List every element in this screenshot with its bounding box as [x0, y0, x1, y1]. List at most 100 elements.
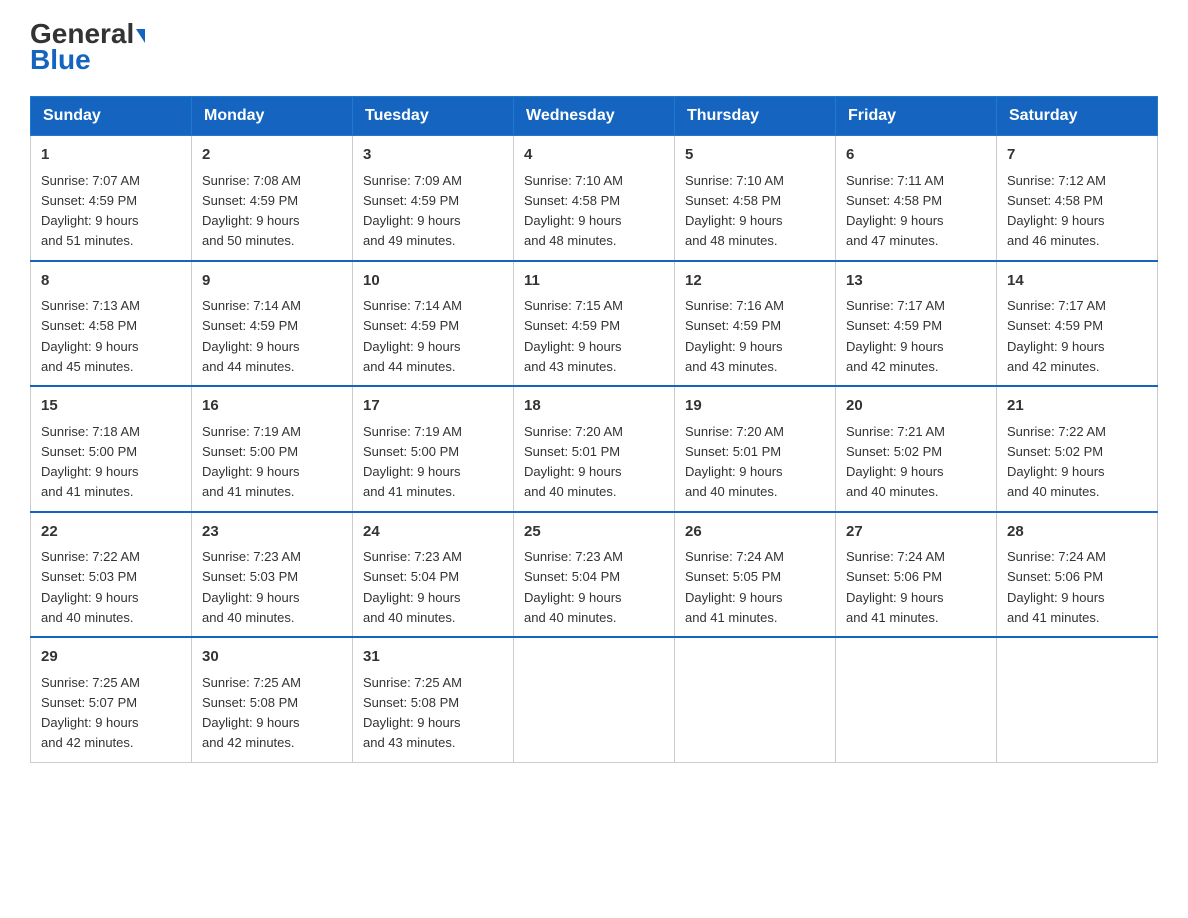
calendar-cell: 15 Sunrise: 7:18 AMSunset: 5:00 PMDayligh…: [31, 386, 192, 512]
calendar-cell: 25 Sunrise: 7:23 AMSunset: 5:04 PMDayligh…: [514, 512, 675, 638]
calendar-cell: 31 Sunrise: 7:25 AMSunset: 5:08 PMDayligh…: [353, 637, 514, 762]
calendar-week-row: 29 Sunrise: 7:25 AMSunset: 5:07 PMDayligh…: [31, 637, 1158, 762]
calendar-cell: [675, 637, 836, 762]
calendar-cell: 5 Sunrise: 7:10 AMSunset: 4:58 PMDaylight…: [675, 136, 836, 261]
day-info: Sunrise: 7:24 AMSunset: 5:05 PMDaylight:…: [685, 549, 784, 625]
day-info: Sunrise: 7:25 AMSunset: 5:08 PMDaylight:…: [202, 675, 301, 751]
column-header-tuesday: Tuesday: [353, 97, 514, 136]
day-info: Sunrise: 7:24 AMSunset: 5:06 PMDaylight:…: [846, 549, 945, 625]
calendar-cell: 13 Sunrise: 7:17 AMSunset: 4:59 PMDayligh…: [836, 261, 997, 387]
day-number: 3: [363, 144, 503, 167]
calendar-cell: 19 Sunrise: 7:20 AMSunset: 5:01 PMDayligh…: [675, 386, 836, 512]
day-number: 26: [685, 521, 825, 544]
day-number: 28: [1007, 521, 1147, 544]
day-number: 31: [363, 646, 503, 669]
logo: General Blue: [30, 20, 145, 76]
column-header-wednesday: Wednesday: [514, 97, 675, 136]
day-number: 12: [685, 270, 825, 293]
calendar-cell: 4Sunrise: 7:10 AMSunset: 4:58 PMDaylight…: [514, 136, 675, 261]
day-info: Sunrise: 7:23 AMSunset: 5:04 PMDaylight:…: [524, 549, 623, 625]
day-number: 2: [202, 144, 342, 167]
day-info: Sunrise: 7:11 AMSunset: 4:58 PMDaylight:…: [846, 173, 944, 249]
day-info: Sunrise: 7:16 AMSunset: 4:59 PMDaylight:…: [685, 298, 784, 374]
calendar-cell: 20 Sunrise: 7:21 AMSunset: 5:02 PMDayligh…: [836, 386, 997, 512]
column-header-saturday: Saturday: [997, 97, 1158, 136]
day-info: Sunrise: 7:22 AMSunset: 5:02 PMDaylight:…: [1007, 424, 1106, 500]
day-number: 8: [41, 270, 181, 293]
day-info: Sunrise: 7:19 AMSunset: 5:00 PMDaylight:…: [202, 424, 301, 500]
day-info: Sunrise: 7:24 AMSunset: 5:06 PMDaylight:…: [1007, 549, 1106, 625]
day-info: Sunrise: 7:17 AMSunset: 4:59 PMDaylight:…: [1007, 298, 1106, 374]
column-header-thursday: Thursday: [675, 97, 836, 136]
day-number: 22: [41, 521, 181, 544]
day-info: Sunrise: 7:09 AMSunset: 4:59 PMDaylight:…: [363, 173, 462, 249]
day-number: 25: [524, 521, 664, 544]
day-number: 16: [202, 395, 342, 418]
day-info: Sunrise: 7:18 AMSunset: 5:00 PMDaylight:…: [41, 424, 140, 500]
calendar-cell: 30 Sunrise: 7:25 AMSunset: 5:08 PMDayligh…: [192, 637, 353, 762]
day-number: 30: [202, 646, 342, 669]
day-number: 27: [846, 521, 986, 544]
calendar-table: SundayMondayTuesdayWednesdayThursdayFrid…: [30, 96, 1158, 763]
calendar-cell: 7Sunrise: 7:12 AMSunset: 4:58 PMDaylight…: [997, 136, 1158, 261]
calendar-cell: 16 Sunrise: 7:19 AMSunset: 5:00 PMDayligh…: [192, 386, 353, 512]
calendar-cell: 21 Sunrise: 7:22 AMSunset: 5:02 PMDayligh…: [997, 386, 1158, 512]
calendar-cell: 29 Sunrise: 7:25 AMSunset: 5:07 PMDayligh…: [31, 637, 192, 762]
day-info: Sunrise: 7:10 AMSunset: 4:58 PMDaylight:…: [524, 173, 623, 249]
day-number: 9: [202, 270, 342, 293]
day-info: Sunrise: 7:14 AMSunset: 4:59 PMDaylight:…: [363, 298, 462, 374]
day-info: Sunrise: 7:22 AMSunset: 5:03 PMDaylight:…: [41, 549, 140, 625]
calendar-cell: 26 Sunrise: 7:24 AMSunset: 5:05 PMDayligh…: [675, 512, 836, 638]
day-number: 10: [363, 270, 503, 293]
calendar-week-row: 8 Sunrise: 7:13 AMSunset: 4:58 PMDaylight…: [31, 261, 1158, 387]
calendar-cell: 23 Sunrise: 7:23 AMSunset: 5:03 PMDayligh…: [192, 512, 353, 638]
day-info: Sunrise: 7:15 AMSunset: 4:59 PMDaylight:…: [524, 298, 623, 374]
day-number: 19: [685, 395, 825, 418]
calendar-week-row: 22 Sunrise: 7:22 AMSunset: 5:03 PMDayligh…: [31, 512, 1158, 638]
day-info: Sunrise: 7:23 AMSunset: 5:04 PMDaylight:…: [363, 549, 462, 625]
day-info: Sunrise: 7:25 AMSunset: 5:07 PMDaylight:…: [41, 675, 140, 751]
day-number: 13: [846, 270, 986, 293]
day-info: Sunrise: 7:25 AMSunset: 5:08 PMDaylight:…: [363, 675, 462, 751]
day-info: Sunrise: 7:13 AMSunset: 4:58 PMDaylight:…: [41, 298, 140, 374]
calendar-header-row: SundayMondayTuesdayWednesdayThursdayFrid…: [31, 97, 1158, 136]
calendar-cell: 11 Sunrise: 7:15 AMSunset: 4:59 PMDayligh…: [514, 261, 675, 387]
calendar-cell: 12 Sunrise: 7:16 AMSunset: 4:59 PMDayligh…: [675, 261, 836, 387]
day-info: Sunrise: 7:21 AMSunset: 5:02 PMDaylight:…: [846, 424, 945, 500]
day-number: 24: [363, 521, 503, 544]
day-number: 23: [202, 521, 342, 544]
day-number: 11: [524, 270, 664, 293]
calendar-cell: 1Sunrise: 7:07 AMSunset: 4:59 PMDaylight…: [31, 136, 192, 261]
page-header: General Blue: [30, 20, 1158, 76]
calendar-cell: 14Sunrise: 7:17 AMSunset: 4:59 PMDayligh…: [997, 261, 1158, 387]
calendar-cell: 6 Sunrise: 7:11 AMSunset: 4:58 PMDaylight…: [836, 136, 997, 261]
calendar-cell: [514, 637, 675, 762]
day-info: Sunrise: 7:20 AMSunset: 5:01 PMDaylight:…: [685, 424, 784, 500]
calendar-cell: 18Sunrise: 7:20 AMSunset: 5:01 PMDayligh…: [514, 386, 675, 512]
day-number: 1: [41, 144, 181, 167]
day-number: 21: [1007, 395, 1147, 418]
day-number: 20: [846, 395, 986, 418]
column-header-sunday: Sunday: [31, 97, 192, 136]
column-header-monday: Monday: [192, 97, 353, 136]
day-number: 17: [363, 395, 503, 418]
day-info: Sunrise: 7:08 AMSunset: 4:59 PMDaylight:…: [202, 173, 301, 249]
day-info: Sunrise: 7:23 AMSunset: 5:03 PMDaylight:…: [202, 549, 301, 625]
calendar-cell: 3 Sunrise: 7:09 AMSunset: 4:59 PMDaylight…: [353, 136, 514, 261]
day-info: Sunrise: 7:10 AMSunset: 4:58 PMDaylight:…: [685, 173, 784, 249]
calendar-cell: 2 Sunrise: 7:08 AMSunset: 4:59 PMDaylight…: [192, 136, 353, 261]
day-number: 29: [41, 646, 181, 669]
day-info: Sunrise: 7:19 AMSunset: 5:00 PMDaylight:…: [363, 424, 462, 500]
calendar-week-row: 15 Sunrise: 7:18 AMSunset: 5:00 PMDayligh…: [31, 386, 1158, 512]
calendar-cell: 24 Sunrise: 7:23 AMSunset: 5:04 PMDayligh…: [353, 512, 514, 638]
calendar-cell: 22 Sunrise: 7:22 AMSunset: 5:03 PMDayligh…: [31, 512, 192, 638]
day-number: 15: [41, 395, 181, 418]
calendar-cell: 9Sunrise: 7:14 AMSunset: 4:59 PMDaylight…: [192, 261, 353, 387]
calendar-cell: [997, 637, 1158, 762]
calendar-cell: 10 Sunrise: 7:14 AMSunset: 4:59 PMDayligh…: [353, 261, 514, 387]
calendar-cell: 27 Sunrise: 7:24 AMSunset: 5:06 PMDayligh…: [836, 512, 997, 638]
day-number: 5: [685, 144, 825, 167]
day-info: Sunrise: 7:20 AMSunset: 5:01 PMDaylight:…: [524, 424, 623, 500]
day-info: Sunrise: 7:17 AMSunset: 4:59 PMDaylight:…: [846, 298, 945, 374]
day-number: 6: [846, 144, 986, 167]
